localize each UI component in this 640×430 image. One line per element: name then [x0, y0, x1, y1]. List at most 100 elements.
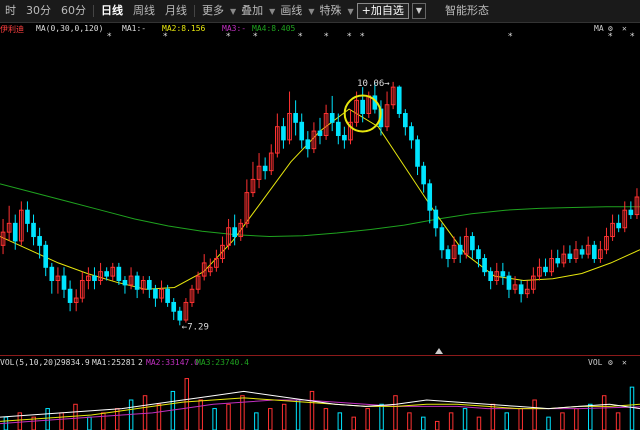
candle[interactable] — [439, 223, 445, 259]
volume-bar[interactable] — [101, 412, 106, 430]
candle[interactable] — [537, 258, 542, 281]
candle[interactable] — [31, 214, 36, 246]
volume-bar[interactable] — [281, 403, 287, 430]
candle[interactable] — [250, 161, 256, 197]
candle[interactable] — [323, 104, 329, 140]
volume-bar[interactable] — [448, 412, 454, 430]
candle[interactable] — [421, 161, 426, 193]
volume-bar[interactable] — [476, 416, 482, 430]
candle[interactable] — [262, 157, 268, 180]
candle[interactable] — [494, 262, 500, 285]
candle[interactable] — [610, 214, 615, 241]
volume-bar[interactable] — [407, 412, 412, 430]
period-tab-8[interactable]: 画线 — [275, 0, 307, 22]
volume-bar[interactable] — [629, 386, 635, 430]
period-tab-2[interactable]: 60分 — [56, 0, 91, 22]
candle[interactable] — [43, 240, 49, 277]
event-marker[interactable]: * — [508, 32, 513, 42]
candle[interactable] — [79, 271, 85, 303]
period-tab-5[interactable]: 月线 — [160, 0, 192, 22]
candle[interactable] — [622, 201, 628, 233]
candle[interactable] — [140, 276, 146, 294]
candle[interactable] — [634, 188, 640, 219]
volume-bar[interactable] — [240, 395, 245, 430]
volume-bar[interactable] — [393, 395, 398, 430]
candle[interactable] — [0, 218, 6, 255]
volume-bar[interactable] — [337, 412, 343, 430]
candle[interactable] — [299, 113, 305, 149]
volume-bar[interactable] — [226, 403, 231, 430]
candle[interactable] — [470, 232, 475, 259]
candle[interactable] — [19, 201, 24, 246]
candle[interactable] — [445, 245, 451, 268]
candle[interactable] — [49, 262, 55, 294]
volume-bar[interactable] — [198, 399, 203, 430]
candle[interactable] — [287, 91, 292, 145]
price-chart[interactable]: 10.06→ ←7.29 — [0, 42, 640, 355]
volume-bar[interactable] — [601, 395, 607, 430]
candle[interactable] — [61, 267, 67, 299]
volume-bar[interactable] — [379, 403, 384, 430]
candle[interactable] — [171, 298, 177, 321]
candle[interactable] — [433, 205, 439, 237]
candle[interactable] — [207, 258, 213, 277]
event-marker[interactable]: * — [324, 32, 329, 42]
period-tab-0[interactable]: 时 — [0, 0, 21, 22]
candle[interactable] — [293, 100, 298, 136]
candle[interactable] — [476, 245, 481, 268]
candle[interactable] — [524, 280, 530, 299]
candle[interactable] — [122, 276, 128, 294]
event-marker[interactable]: * — [360, 32, 365, 42]
volume-bar[interactable] — [546, 416, 551, 430]
event-marker[interactable]: * — [253, 32, 258, 42]
candle[interactable] — [579, 245, 585, 259]
candle[interactable] — [86, 267, 91, 290]
candle[interactable] — [531, 267, 536, 294]
volume-bar[interactable] — [615, 412, 621, 430]
candle[interactable] — [573, 240, 579, 263]
candle[interactable] — [256, 153, 262, 189]
candle[interactable] — [342, 126, 347, 149]
volume-bar[interactable] — [212, 408, 217, 430]
candle[interactable] — [463, 227, 469, 259]
period-tab-3[interactable]: 日线 — [96, 0, 128, 22]
candle[interactable] — [281, 117, 286, 149]
candle[interactable] — [147, 276, 152, 299]
candle[interactable] — [214, 249, 219, 272]
candle[interactable] — [329, 95, 335, 132]
candle[interactable] — [549, 249, 554, 277]
candle[interactable] — [403, 109, 408, 136]
dropdown-arrow-icon[interactable]: ▼ — [347, 7, 353, 16]
candle[interactable] — [585, 236, 591, 259]
period-tab-6[interactable]: 更多 — [197, 0, 229, 22]
event-marker[interactable]: * — [608, 32, 613, 42]
add-watchlist-button[interactable]: +加自选 — [356, 3, 409, 19]
volume-bar[interactable] — [309, 390, 315, 430]
period-tab-9[interactable]: 特殊 — [314, 0, 346, 22]
candle[interactable] — [189, 284, 195, 307]
volume-bar[interactable] — [560, 412, 565, 430]
candle[interactable] — [159, 280, 164, 303]
candle[interactable] — [110, 262, 116, 281]
volume-bar[interactable] — [323, 408, 329, 430]
candle[interactable] — [67, 280, 73, 312]
candle[interactable] — [238, 218, 244, 241]
candle[interactable] — [616, 214, 621, 233]
volume-bar[interactable] — [434, 420, 440, 430]
candle[interactable] — [591, 240, 597, 263]
vol-settings-icon[interactable]: ⚙ — [608, 358, 613, 367]
candle[interactable] — [506, 271, 512, 299]
candle[interactable] — [555, 249, 561, 268]
candle[interactable] — [25, 201, 30, 233]
event-marker[interactable]: * — [107, 32, 112, 42]
volume-bar[interactable] — [421, 416, 426, 430]
volume-bar[interactable] — [532, 399, 537, 430]
period-tab-7[interactable]: 叠加 — [236, 0, 268, 22]
period-tab-4[interactable]: 周线 — [128, 0, 160, 22]
event-marker[interactable]: * — [298, 32, 303, 42]
volume-bar[interactable] — [518, 408, 523, 430]
volume-bar[interactable] — [45, 408, 50, 430]
candle[interactable] — [427, 179, 433, 224]
candle[interactable] — [482, 254, 487, 277]
volume-bar[interactable] — [73, 403, 78, 430]
